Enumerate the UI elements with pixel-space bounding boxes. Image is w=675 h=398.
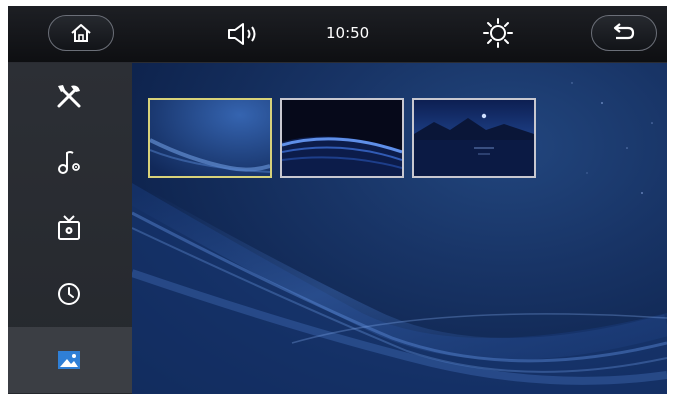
back-arrow-icon [613, 23, 635, 40]
wallpaper-preview-area [132, 63, 667, 394]
status-bar: 10:50 [8, 6, 667, 63]
clock-icon [58, 283, 80, 305]
music-settings-icon [58, 151, 80, 174]
sidebar-item-display[interactable] [8, 195, 132, 261]
clock-time: 10:50 [326, 24, 370, 42]
sidebar-item-wallpaper[interactable] [8, 327, 132, 393]
wallpaper-image [150, 100, 270, 176]
wallpaper-thumbnail-1[interactable] [148, 98, 272, 178]
wallpaper-thumbnail-3[interactable] [412, 98, 536, 178]
sidebar-item-sound[interactable] [8, 129, 132, 195]
home-button[interactable] [48, 15, 114, 51]
home-icon [71, 24, 91, 42]
volume-icon[interactable] [226, 21, 264, 47]
wallpaper-image [414, 100, 534, 176]
sidebar-item-general[interactable] [8, 63, 132, 129]
sidebar-item-time[interactable] [8, 261, 132, 327]
wallpaper-image [282, 100, 402, 176]
back-button[interactable] [591, 15, 657, 51]
settings-sidebar [8, 63, 132, 394]
tv-settings-icon [58, 215, 80, 240]
head-unit-screen: 10:50 [8, 6, 667, 394]
brightness-icon[interactable] [482, 17, 514, 49]
tools-icon [57, 85, 81, 108]
wallpaper-icon [58, 351, 80, 369]
wallpaper-thumbnail-2[interactable] [280, 98, 404, 178]
